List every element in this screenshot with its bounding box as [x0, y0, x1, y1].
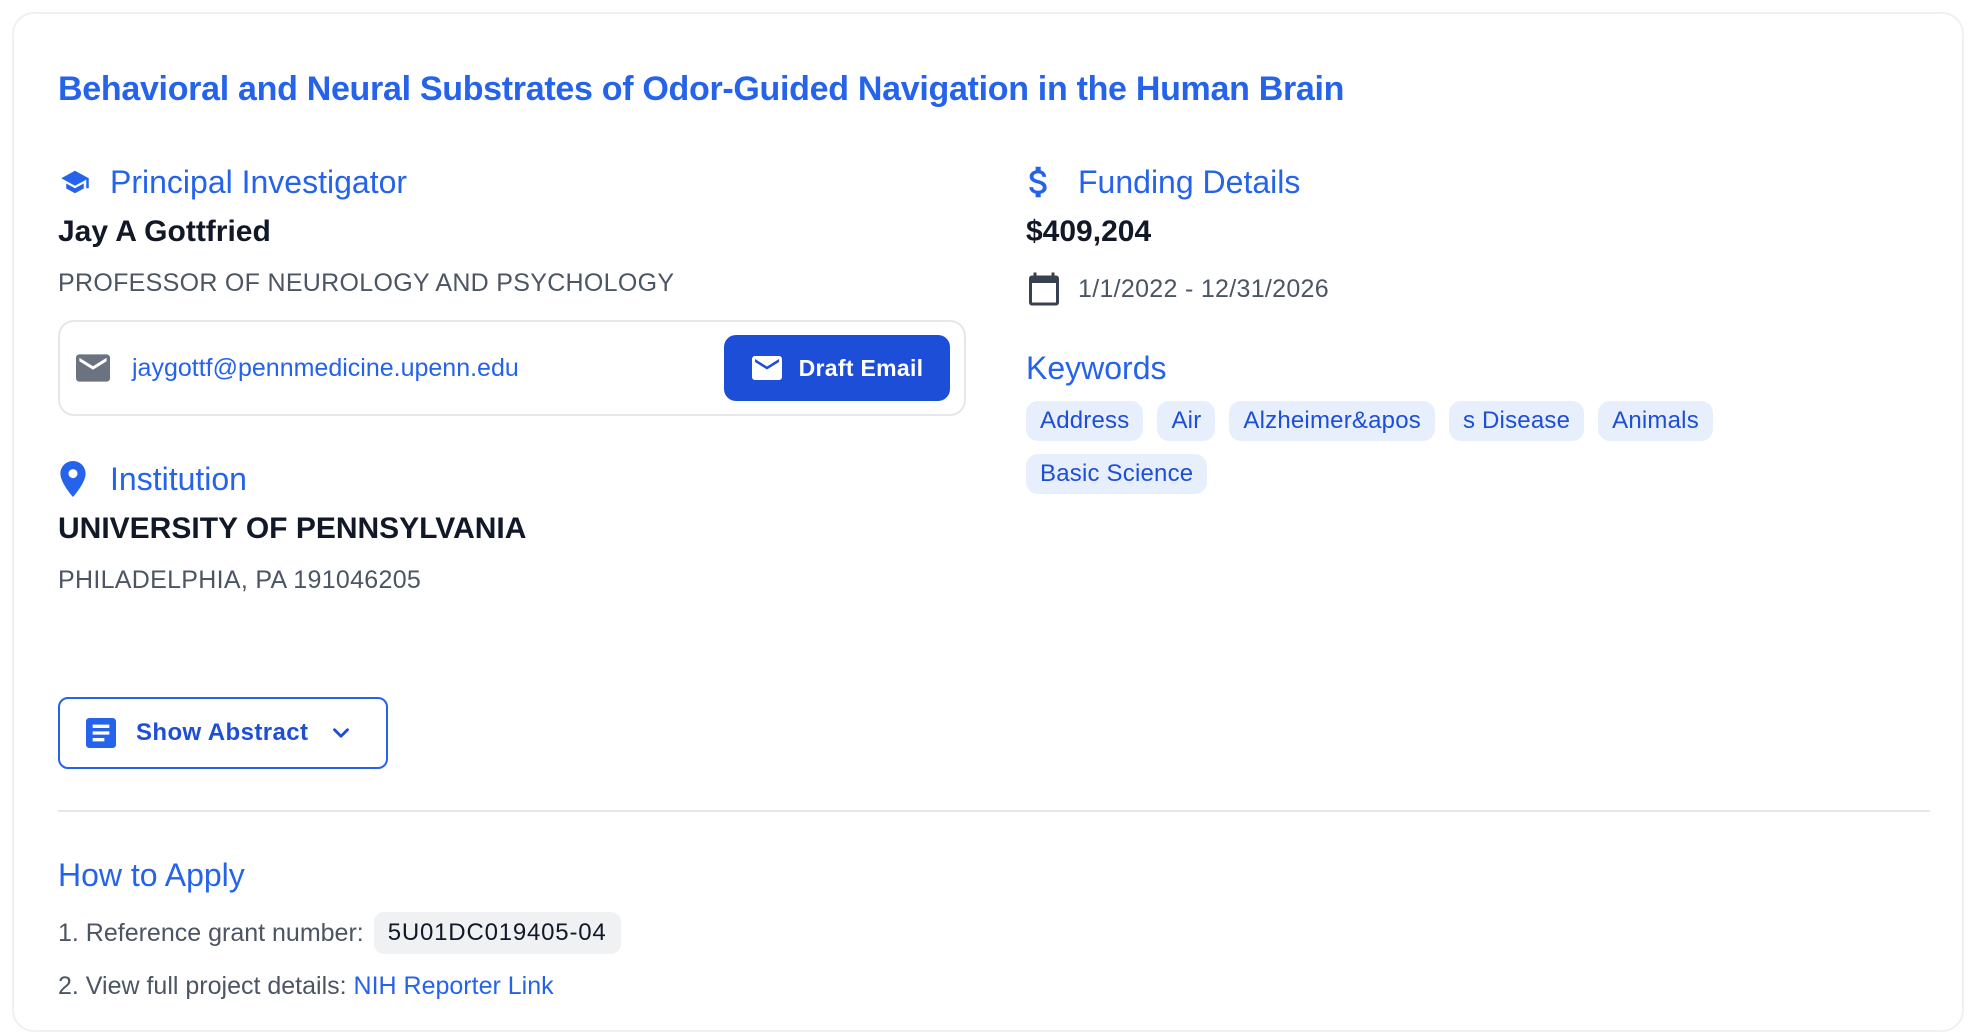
chevron-down-icon — [328, 719, 356, 747]
left-column: Principal Investigator Jay A Gottfried P… — [58, 159, 966, 595]
grant-number-badge[interactable]: 5U01DC019405-04 — [373, 912, 621, 954]
show-abstract-button[interactable]: Show Abstract — [58, 697, 388, 769]
grant-card: Behavioral and Neural Substrates of Odor… — [12, 12, 1964, 1032]
right-column: Funding Details $409,204 1/1/2022 - 12/3… — [1026, 159, 1934, 494]
document-icon — [86, 717, 118, 749]
dollar-icon — [1026, 162, 1066, 202]
funding-amount: $409,204 — [1026, 215, 1152, 248]
funding-heading: Funding Details — [1078, 163, 1301, 200]
pi-email-link[interactable]: jaygottf@pennmedicine.upenn.edu — [132, 354, 724, 383]
mail-icon — [76, 353, 114, 383]
grant-title[interactable]: Behavioral and Neural Substrates of Odor… — [58, 70, 1344, 109]
calendar-icon — [1026, 269, 1066, 309]
funding-date-row: 1/1/2022 - 12/31/2026 — [1026, 269, 1934, 309]
apply-step-2: 2. View full project details: NIH Report… — [58, 972, 554, 1001]
funding-date-range: 1/1/2022 - 12/31/2026 — [1078, 274, 1329, 303]
how-to-apply-heading: How to Apply — [58, 857, 245, 893]
pi-heading: Principal Investigator — [110, 163, 408, 200]
section-divider — [58, 810, 1930, 812]
apply-step-1-label: 1. Reference grant number: — [58, 918, 364, 947]
keyword-tag[interactable]: Alzheimer&apos — [1229, 401, 1435, 441]
mail-icon — [751, 355, 785, 381]
keyword-list: Address Air Alzheimer&apos s Disease Ani… — [1026, 401, 1786, 494]
graduation-cap-icon — [58, 162, 98, 202]
keyword-tag[interactable]: Air — [1157, 401, 1216, 441]
pi-section-header: Principal Investigator — [58, 159, 966, 205]
apply-step-2-label: 2. View full project details: — [58, 972, 347, 1000]
map-pin-icon — [58, 459, 98, 499]
keyword-tag[interactable]: s Disease — [1448, 401, 1585, 441]
institution-heading: Institution — [110, 460, 247, 497]
show-abstract-label: Show Abstract — [136, 719, 309, 746]
pi-name: Jay A Gottfried — [58, 215, 271, 248]
institution-section-header: Institution — [58, 456, 966, 502]
institution-name: UNIVERSITY OF PENNSYLVANIA — [58, 512, 527, 545]
email-box: jaygottf@pennmedicine.upenn.edu Draft Em… — [58, 320, 966, 416]
keyword-tag[interactable]: Address — [1026, 401, 1144, 441]
draft-email-label: Draft Email — [798, 354, 924, 381]
pi-position: PROFESSOR OF NEUROLOGY AND PSYCHOLOGY — [58, 269, 675, 297]
keyword-tag[interactable]: Animals — [1598, 401, 1713, 441]
draft-email-button[interactable]: Draft Email — [724, 335, 950, 401]
apply-step-1: 1. Reference grant number: 5U01DC019405-… — [58, 912, 621, 954]
funding-section-header: Funding Details — [1026, 159, 1934, 205]
keywords-heading: Keywords — [1026, 349, 1167, 386]
keyword-tag[interactable]: Basic Science — [1026, 454, 1208, 494]
nih-reporter-link[interactable]: NIH Reporter Link — [354, 972, 554, 1000]
institution-location: PHILADELPHIA, PA 191046205 — [58, 566, 422, 594]
